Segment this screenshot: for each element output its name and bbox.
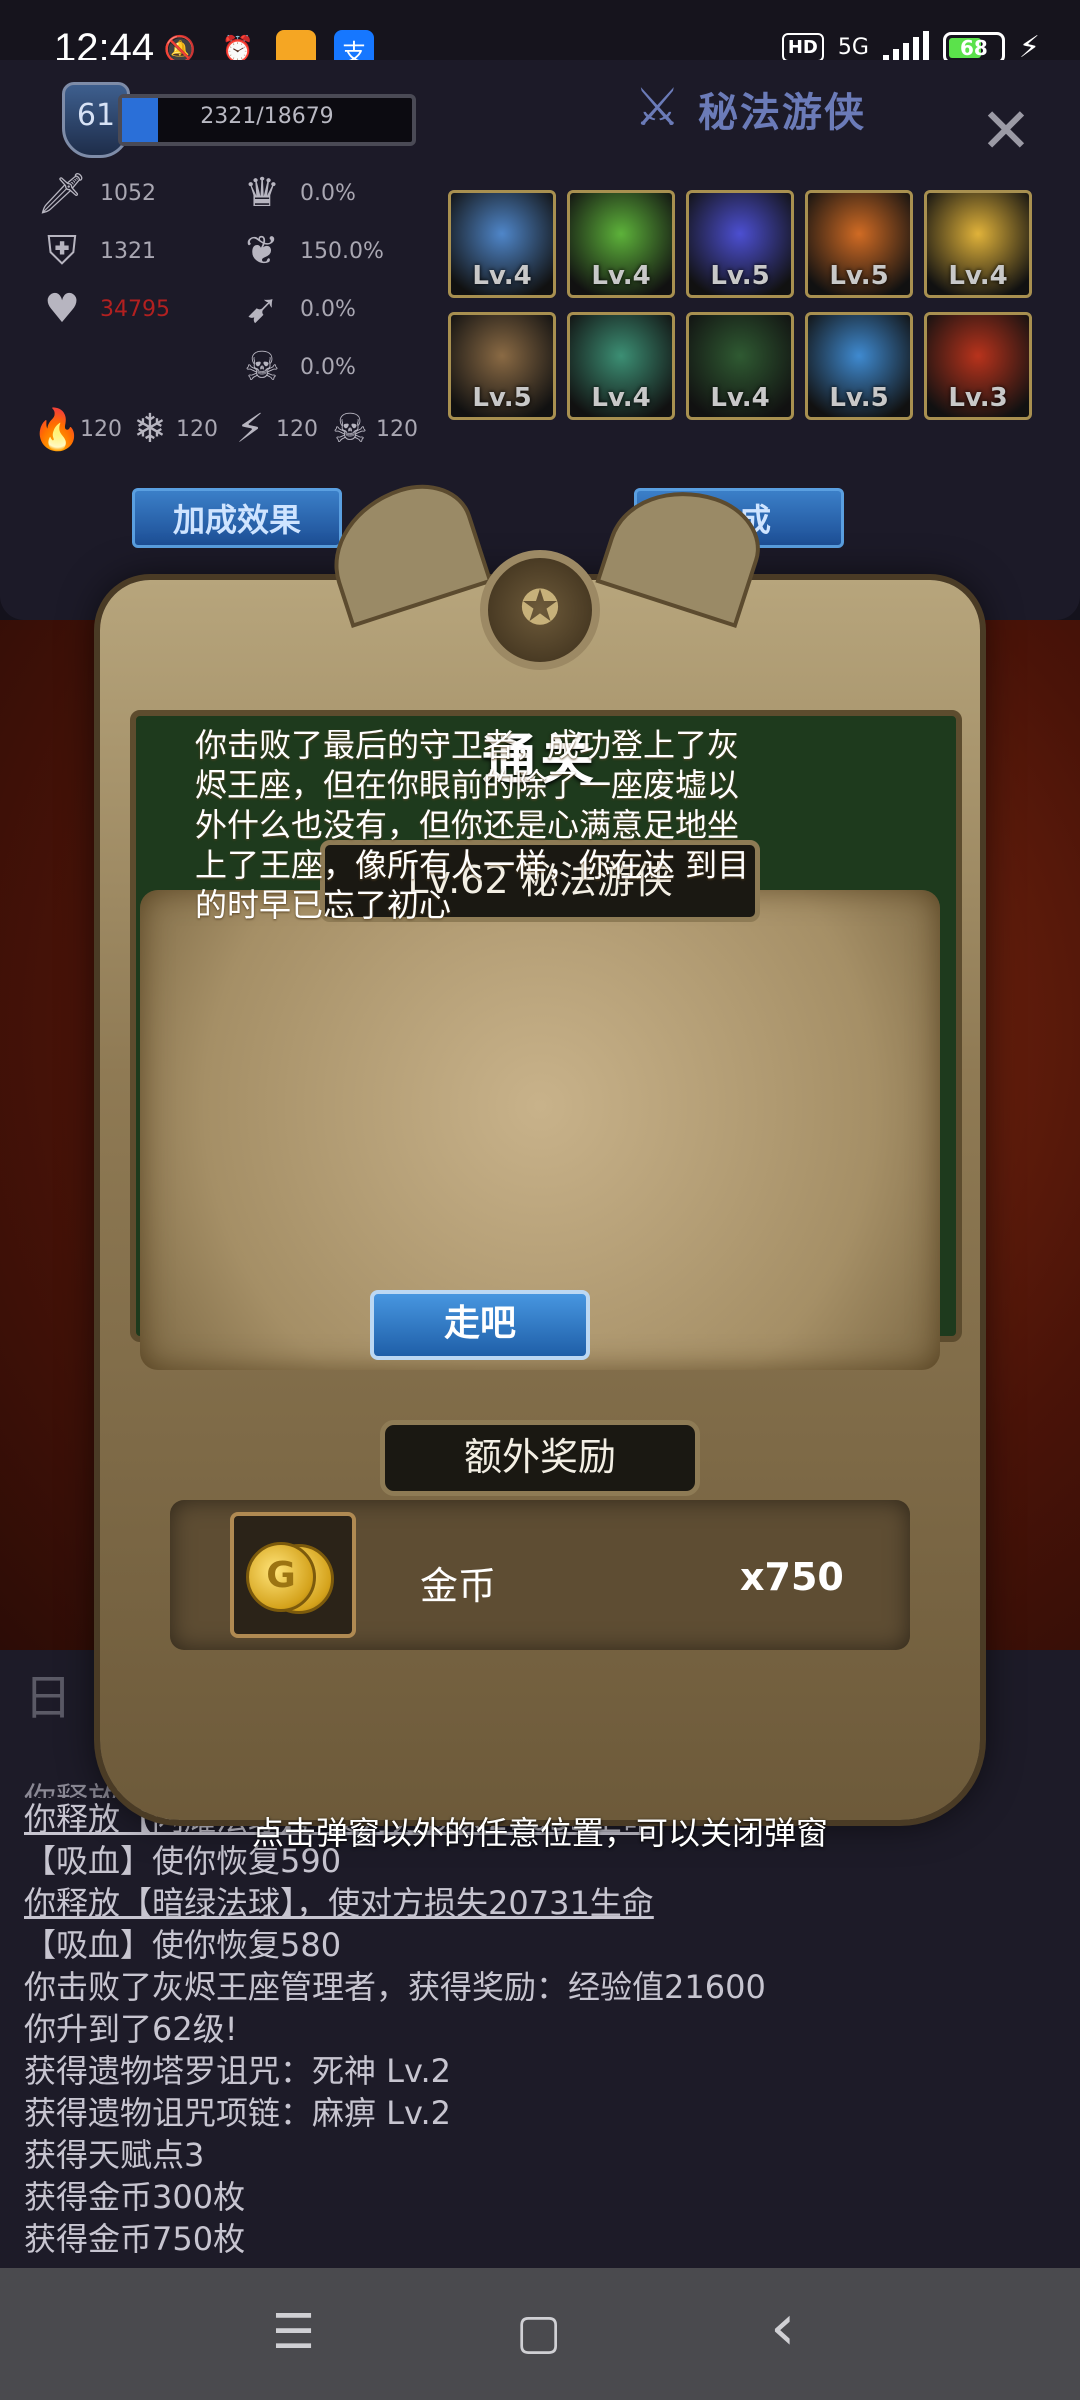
stat-ice-value: 120 <box>176 416 218 442</box>
skill-slot[interactable]: Lv.5 <box>686 190 794 298</box>
skill-slot[interactable]: Lv.3 <box>924 312 1032 420</box>
log-line: 获得金币300枚 <box>24 2178 246 2216</box>
stat-lifesteal-value: 150.0% <box>300 238 384 264</box>
stat-poison-value: 120 <box>376 416 418 442</box>
skill-slot[interactable]: Lv.4 <box>448 190 556 298</box>
gold-coin-slot: G <box>230 1512 356 1638</box>
log-line: 获得天赋点3 <box>24 2136 205 2174</box>
stat-hp-value: 34795 <box>100 296 170 322</box>
stat-defense-value: 1321 <box>100 238 156 264</box>
log-line: 你击败了灰烬王座管理者，获得奖励：经验值21600 <box>24 1968 766 2006</box>
sword-icon: 🗡 <box>36 171 88 217</box>
log-line: 你释放【暗绿法球】，使对方损失20731生命 <box>24 1884 654 1922</box>
victory-modal: ✪ 通关 Lv.62 秘法游侠 你击败了最后的守卫者，成功登上了灰烬王座，但在你… <box>80 470 1000 1820</box>
back-icon[interactable]: ‹ <box>770 2296 796 2360</box>
class-name: 秘法游侠 <box>698 90 866 136</box>
gold-coin-icon: G <box>246 1542 316 1612</box>
skill-slot[interactable]: Lv.4 <box>924 190 1032 298</box>
xp-bar: 2321/18679 <box>118 94 416 146</box>
stat-poison: ☠ 120 <box>328 406 418 452</box>
skill-level: Lv.4 <box>591 383 651 413</box>
heart-icon: ♥ <box>44 286 80 332</box>
battery-percent: 68 <box>960 35 988 60</box>
log-line: 你升到了62级! <box>24 2010 238 2048</box>
skill-level: Lv.5 <box>710 261 770 291</box>
skull-crossbones-icon: ☠ <box>332 406 368 452</box>
log-title: 日 <box>24 1670 73 1726</box>
go-button[interactable]: 走吧 <box>370 1290 590 1360</box>
skill-level: Lv.5 <box>472 383 532 413</box>
crossed-swords-icon: ⚔ <box>634 78 681 138</box>
stat-attack-value: 1052 <box>100 181 156 206</box>
hd-icon: HD <box>781 33 824 62</box>
skill-slot[interactable]: Lv.4 <box>686 312 794 420</box>
skill-level: Lv.4 <box>472 261 532 291</box>
stat-curse-value: 0.0% <box>300 354 356 380</box>
stat-defense: ⛨ 1321 <box>36 228 156 274</box>
stat-fire-value: 120 <box>80 417 122 442</box>
stat-lifesteal: ❦ 150.0% <box>236 228 384 274</box>
log-line: 获得遗物诅咒项链：麻痹 Lv.2 <box>24 2094 451 2132</box>
skill-slot[interactable]: Lv.4 <box>567 312 675 420</box>
snowflake-icon: ❄ <box>133 406 167 452</box>
bonus-reward-title: 额外奖励 <box>380 1420 700 1496</box>
system-nav-bar: ☰ ▢ ‹ <box>0 2268 1080 2400</box>
skill-slot[interactable]: Lv.5 <box>805 190 913 298</box>
skill-slot[interactable]: Lv.5 <box>448 312 556 420</box>
stat-ice: ❄ 120 <box>128 406 218 452</box>
reward-name: 金币 <box>420 1564 497 1608</box>
stat-crit-value: 0.0% <box>300 180 356 206</box>
skill-level: Lv.5 <box>829 261 889 291</box>
skill-slot[interactable]: Lv.4 <box>567 190 675 298</box>
dismiss-hint: 点击弹窗以外的任意位置，可以关闭弹窗 <box>251 1814 828 1852</box>
stat-curse: ☠ 0.0% <box>236 344 356 390</box>
fire-icon: 🔥 <box>32 407 82 453</box>
heart-wing-icon: ❦ <box>245 228 279 274</box>
crown-icon: ♛ <box>244 170 280 216</box>
stat-attack: 🗡 1052 <box>36 170 156 217</box>
stat-pierce: ➹ 0.0% <box>236 286 356 332</box>
skill-level: Lv.4 <box>948 261 1008 291</box>
shield-icon: ⛨ <box>47 228 77 274</box>
skill-slot[interactable]: Lv.5 <box>805 312 913 420</box>
skull-icon: ☠ <box>244 344 280 390</box>
skill-grid: Lv.4 Lv.4 Lv.5 Lv.5 Lv.4 Lv.5 Lv.4 Lv.4 Lv.5 Lv.3 <box>448 190 1038 490</box>
close-icon[interactable]: ✕ <box>980 100 1032 162</box>
home-icon[interactable]: ▢ <box>516 2308 561 2356</box>
log-line: 获得金币750枚 <box>24 2220 246 2258</box>
skill-level: Lv.5 <box>829 383 889 413</box>
reward-count: x750 <box>740 1555 844 1599</box>
skill-level: Lv.4 <box>591 261 651 291</box>
story-text: 你击败了最后的守卫者，成功登上了灰烬王座，但在你眼前的除了一座废墟以外什么也没有… <box>195 726 750 924</box>
lightning-icon: ⚡ <box>235 406 265 452</box>
stat-pierce-value: 0.0% <box>300 296 356 322</box>
skill-level: Lv.4 <box>710 383 770 413</box>
log-line: 【吸血】使你恢复580 <box>24 1926 342 1964</box>
stat-crit: ♛ 0.0% <box>236 170 356 216</box>
skill-level: Lv.3 <box>948 383 1008 413</box>
stat-hp: ♥ 34795 <box>36 286 170 332</box>
pierce-icon: ➹ <box>245 286 279 332</box>
xp-text: 2321/18679 <box>200 104 334 129</box>
menu-icon[interactable]: ☰ <box>272 2308 315 2356</box>
network-label: 5G <box>837 34 869 60</box>
log-line: 获得遗物塔罗诅咒：死神 Lv.2 <box>24 2052 451 2090</box>
stat-lightning: ⚡ 120 <box>228 406 318 452</box>
medallion-emblem: ✪ <box>480 550 600 670</box>
stat-fire: 🔥 120 <box>32 406 122 453</box>
battery-icon: 68 <box>942 31 1005 64</box>
rune-icon: ✪ <box>519 580 561 636</box>
stat-lightning-value: 120 <box>276 416 318 442</box>
